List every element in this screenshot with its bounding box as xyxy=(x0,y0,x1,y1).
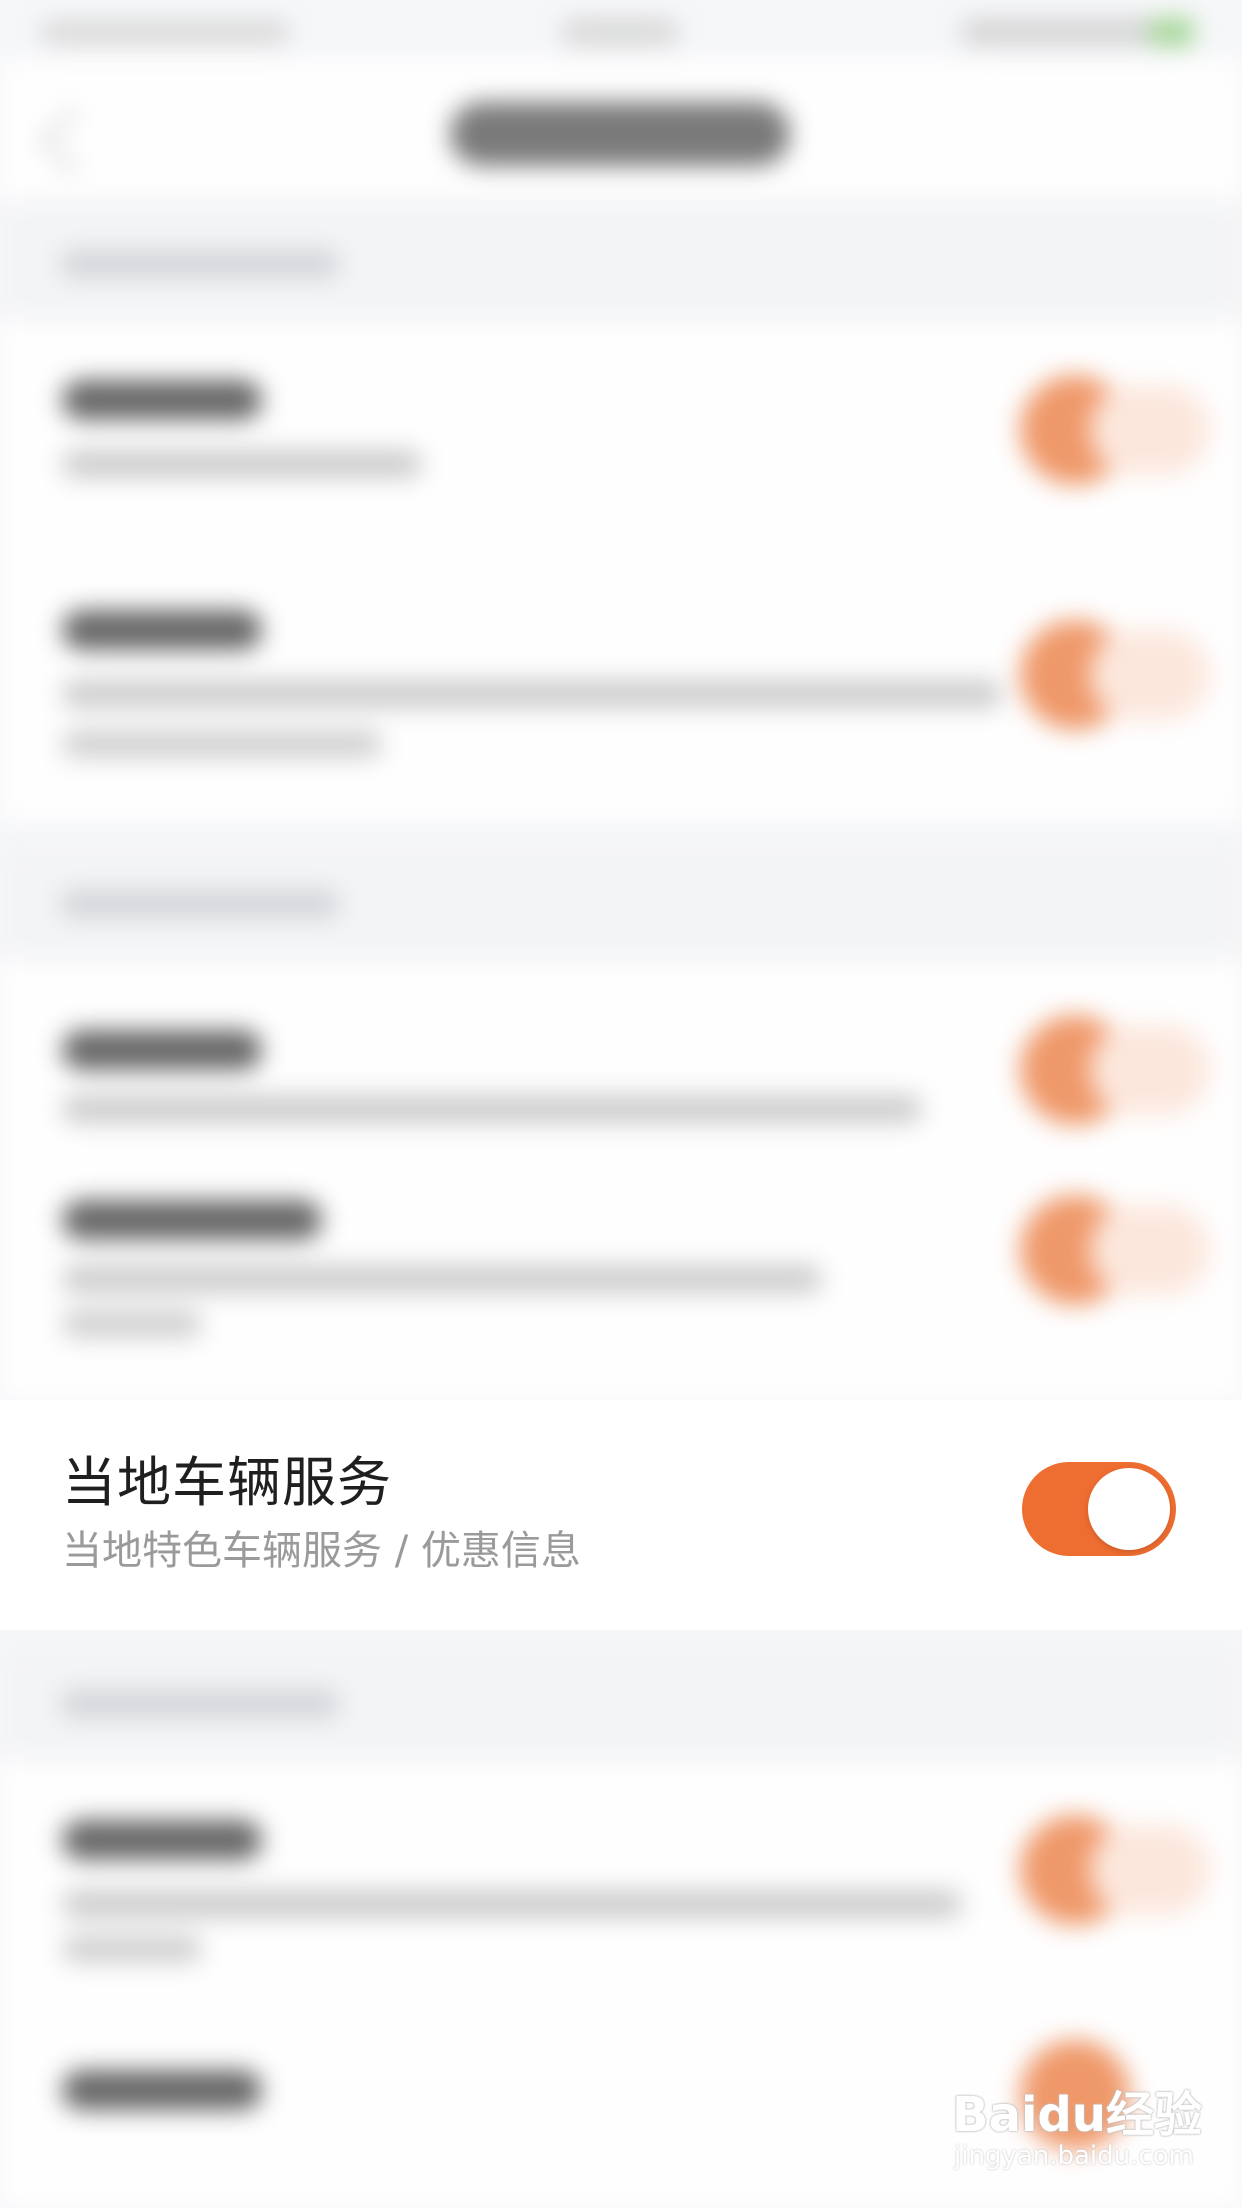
list-item[interactable] xyxy=(0,320,1242,560)
settings-group-1 xyxy=(0,320,1242,820)
page-title xyxy=(450,102,790,166)
settings-group-2 xyxy=(0,960,1242,1400)
nav-bar xyxy=(0,60,1242,200)
section-header-2 xyxy=(0,840,1242,960)
section-header-1 xyxy=(0,200,1242,320)
list-item[interactable] xyxy=(0,960,1242,1180)
baidu-watermark: Baidu经验 jingyan.baidu.com xyxy=(952,2075,1232,2185)
watermark-logo-text: Baidu经验 xyxy=(952,2087,1202,2143)
section-header-3 xyxy=(0,1640,1242,1760)
status-carrier xyxy=(40,20,290,44)
watermark-url: jingyan.baidu.com xyxy=(954,2141,1194,2171)
toggle-thumb xyxy=(1088,1468,1170,1550)
local-vehicle-service-row[interactable]: 当地车辆服务 当地特色车辆服务 / 优惠信息 xyxy=(0,1400,1242,1630)
back-arrow-icon[interactable] xyxy=(40,108,106,174)
row-subtitle: 当地特色车辆服务 / 优惠信息 xyxy=(62,1528,581,1574)
list-item[interactable] xyxy=(0,1180,1242,1400)
battery-icon xyxy=(1150,18,1194,46)
row-title: 当地车辆服务 xyxy=(62,1451,392,1514)
status-time xyxy=(560,18,680,46)
blurred-background xyxy=(0,0,1242,2208)
list-item[interactable] xyxy=(0,1760,1242,2000)
local-vehicle-service-toggle[interactable] xyxy=(1022,1462,1176,1556)
status-bar xyxy=(0,0,1242,60)
list-item[interactable] xyxy=(0,570,1242,820)
